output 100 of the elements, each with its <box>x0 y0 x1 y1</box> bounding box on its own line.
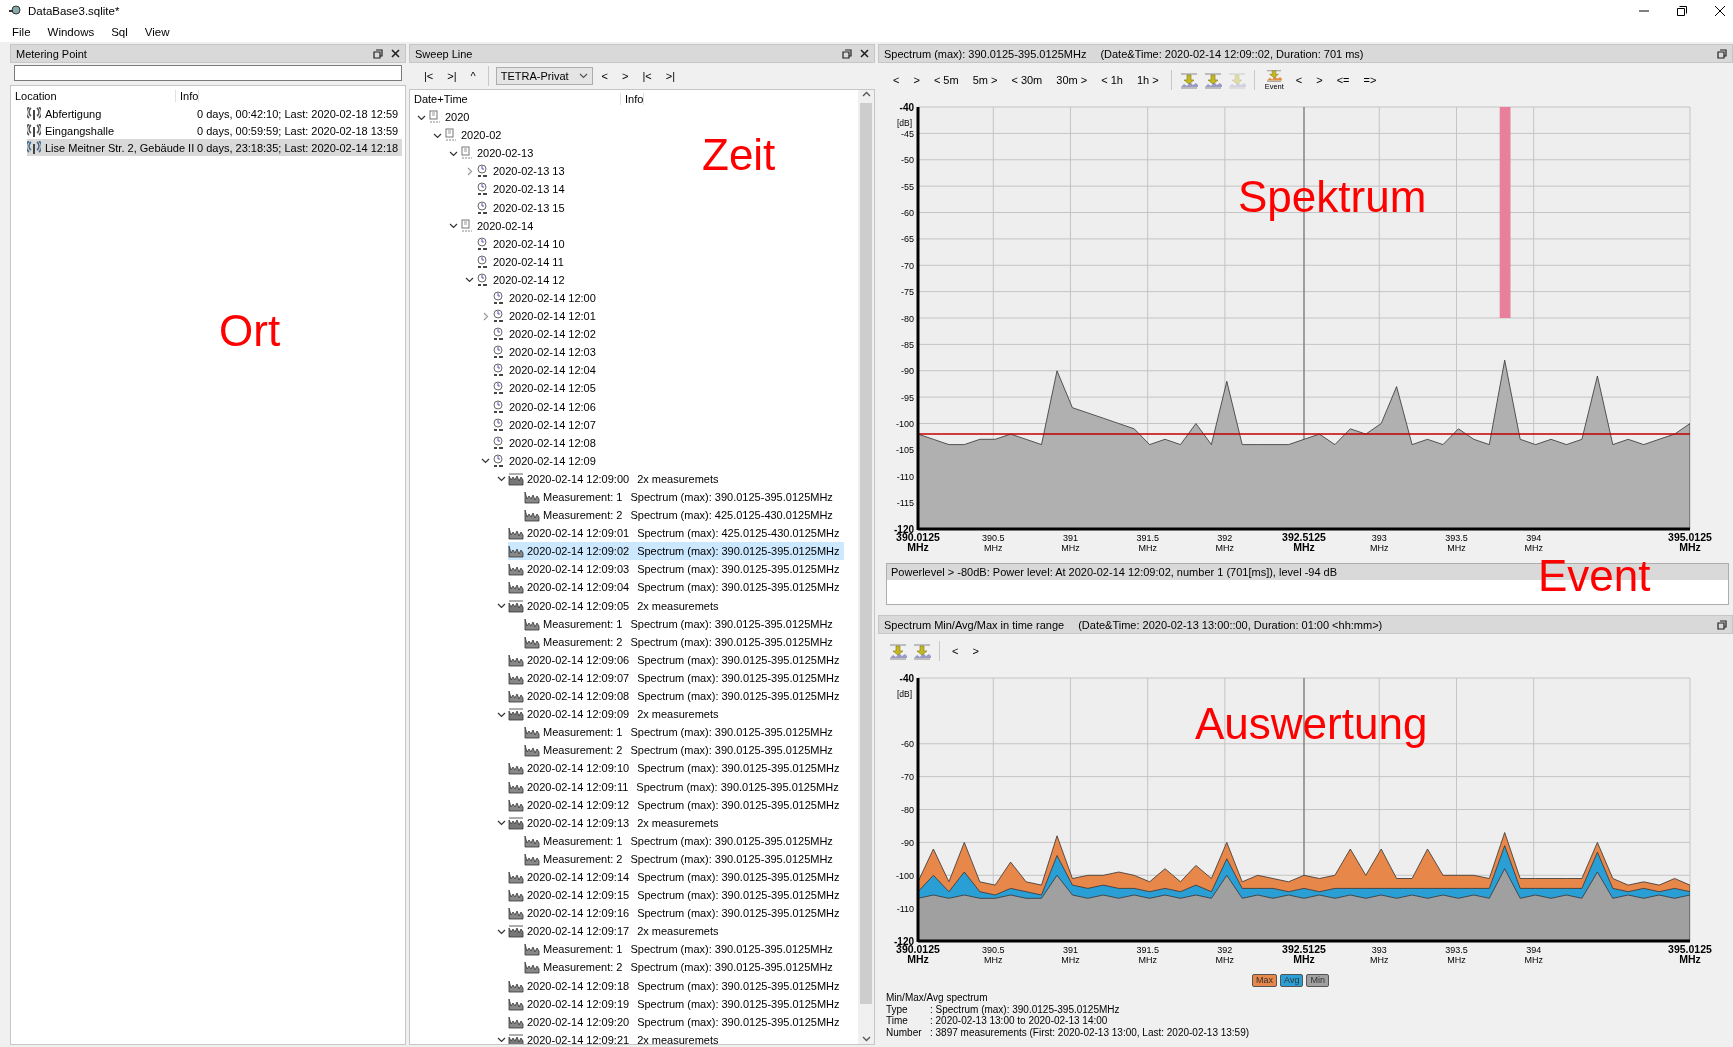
tree-item[interactable]: 2020-02-14 12:09 <box>492 451 600 470</box>
tree-item[interactable]: 2020-02-14 12:07 <box>492 415 600 434</box>
tree-item[interactable]: 2020-02-14 12:09:17 2x measuremets <box>508 922 723 941</box>
tree-item[interactable]: 2020-02-14 12:09:10 Spectrum (max): 390.0125-395.0125MHz <box>508 759 844 778</box>
tree-item[interactable]: 2020-02-14 12:09:07 Spectrum (max): 390.0125-395.0125MHz <box>508 668 844 687</box>
tree-item[interactable]: Measurement: 2 Spectrum (max): 390.0125-395.0125MHz <box>524 741 837 760</box>
toolbar-button[interactable]: ^ <box>465 68 481 84</box>
toolbar-button[interactable]: 30m > <box>1051 72 1093 88</box>
chevron-down-icon[interactable] <box>464 275 474 285</box>
scrollbar-thumb[interactable] <box>860 103 872 1004</box>
tree-item[interactable]: Measurement: 1 Spectrum (max): 390.0125-395.0125MHz <box>524 940 837 959</box>
tree-item[interactable]: 2020-02-14 12:09:13 2x measuremets <box>508 813 723 832</box>
tree-item[interactable]: 2020-02-14 12:04 <box>492 361 600 380</box>
tree-item[interactable]: 2020-02 <box>444 126 506 145</box>
scrollbar[interactable] <box>858 90 874 1044</box>
float-icon[interactable] <box>842 48 852 59</box>
column-header[interactable]: Info <box>621 93 645 105</box>
tree-item[interactable]: 2020-02-14 12:09:09 2x measuremets <box>508 705 723 724</box>
menu-item[interactable]: File <box>12 24 40 40</box>
toolbar-button[interactable]: < <box>596 68 613 84</box>
tree-item[interactable]: 2020-02-13 14 <box>476 180 569 199</box>
tree-item[interactable]: 2020-02-14 12:09:08 Spectrum (max): 390.0125-395.0125MHz <box>508 687 844 706</box>
tree-item[interactable]: 2020-02-14 12:09:04 Spectrum (max): 390.0125-395.0125MHz <box>508 578 844 597</box>
tree-item[interactable]: 2020-02-14 12:01 <box>492 307 600 326</box>
tree-item[interactable]: Measurement: 1 Spectrum (max): 390.0125-395.0125MHz <box>524 487 837 507</box>
column-header[interactable]: Date+Time <box>410 93 621 105</box>
tree-item[interactable]: 2020-02-14 12:09:15 Spectrum (max): 390.0125-395.0125MHz <box>508 886 844 905</box>
tree-item[interactable]: 2020-02-14 12:09:18 Spectrum (max): 390.0125-395.0125MHz <box>508 976 844 995</box>
tree-item[interactable]: 2020-02-14 12:09:00 2x measuremets <box>508 469 723 488</box>
tree-item[interactable]: 2020-02-14 12:09:11 Spectrum (max): 390.0125-395.0125MHz <box>508 777 843 796</box>
restore-icon[interactable] <box>1677 6 1687 16</box>
location-item[interactable]: Lise Meitner Str. 2, Gebäude II 0 days, 23:18:35; Last: 2020-02-14 12:18 <box>27 139 403 156</box>
chevron-down-icon[interactable] <box>496 818 506 828</box>
toolbar-button[interactable]: > <box>967 643 984 659</box>
search-field[interactable] <box>14 65 402 81</box>
tree-item[interactable]: 2020-02-13 <box>460 144 538 163</box>
toolbar-button[interactable]: <= <box>1331 72 1355 88</box>
column-header[interactable]: Location <box>11 89 176 102</box>
toolbar-button[interactable]: > <box>617 68 634 84</box>
tree-item[interactable]: 2020-02-14 12:03 <box>492 343 600 362</box>
tree-item[interactable]: 2020-02-14 12:09:01 Spectrum (max): 425.0125-430.0125MHz <box>508 524 844 543</box>
channel-dropdown[interactable]: TETRA-Privat <box>495 67 593 85</box>
float-icon[interactable] <box>373 48 383 59</box>
tree-item[interactable]: 2020-02-14 12:05 <box>492 379 600 398</box>
tree-item[interactable]: 2020-02-13 15 <box>476 198 569 217</box>
tree-item[interactable]: 2020-02-14 12 <box>476 270 569 289</box>
tree-item[interactable]: 2020-02-14 12:09:14 Spectrum (max): 390.0125-395.0125MHz <box>508 867 844 887</box>
tree-item[interactable]: 2020-02-14 12:09:12 Spectrum (max): 390.0125-395.0125MHz <box>508 795 844 814</box>
toolbar-button[interactable]: 1h > <box>1131 72 1164 88</box>
toolbar-button[interactable]: |< <box>419 68 439 84</box>
chevron-down-icon[interactable] <box>480 456 490 466</box>
location-item[interactable]: Eingangshalle 0 days, 00:59:59; Last: 2020-02-18 13:59 <box>27 122 403 139</box>
tree-item[interactable]: 2020-02-13 13 <box>476 162 569 181</box>
tree-item[interactable]: 2020-02-14 12:06 <box>492 397 600 416</box>
tree-item[interactable]: Measurement: 2 Spectrum (max): 390.0125-395.0125MHz <box>524 632 837 651</box>
toolbar-button[interactable]: 5m > <box>967 72 1003 88</box>
chevron-down-icon[interactable] <box>496 474 506 484</box>
tree-item[interactable]: 2020-02-14 10 <box>476 234 569 253</box>
toolbar-button[interactable]: => <box>1358 72 1382 88</box>
tree-item[interactable]: 2020-02-14 12:09:16 Spectrum (max): 390.0125-395.0125MHz <box>508 904 844 923</box>
toolbar-button[interactable]: < <box>1290 72 1308 88</box>
toolbar-button[interactable]: > <box>908 72 925 88</box>
menu-item[interactable]: Sql <box>111 24 137 40</box>
chevron-down-icon[interactable] <box>496 601 506 611</box>
location-item[interactable]: Abfertigung 0 days, 00:42:10; Last: 2020-02-18 12:59 <box>27 105 403 122</box>
menu-item[interactable]: View <box>144 24 179 40</box>
toolbar-button[interactable]: < <box>947 643 964 659</box>
tree-item[interactable]: 2020-02-14 12:09:06 Spectrum (max): 390.0125-395.0125MHz <box>508 650 844 669</box>
tree-item[interactable]: Measurement: 2 Spectrum (max): 425.0125-430.0125MHz <box>524 506 837 525</box>
float-icon[interactable] <box>1717 619 1727 630</box>
tree-item[interactable]: 2020-02-14 12:00 <box>492 288 600 308</box>
toolbar-button[interactable]: < 5m <box>928 72 964 88</box>
tree-item[interactable]: Measurement: 1 Spectrum (max): 390.0125-395.0125MHz <box>524 723 837 742</box>
tree-item[interactable]: 2020-02-14 11 <box>476 252 568 271</box>
tree-item[interactable]: 2020-02-14 <box>460 216 538 235</box>
menu-item[interactable]: Windows <box>47 24 104 40</box>
toolbar-button[interactable]: < 30m <box>1006 72 1048 88</box>
chevron-down-icon[interactable] <box>496 1035 506 1044</box>
tree-item[interactable]: 2020 <box>428 108 474 127</box>
toolbar-button[interactable]: >| <box>660 68 680 84</box>
tree-item[interactable]: Measurement: 2 Spectrum (max): 390.0125-395.0125MHz <box>524 958 837 977</box>
close-icon[interactable] <box>391 49 400 58</box>
tree-item[interactable]: Measurement: 1 Spectrum (max): 390.0125-395.0125MHz <box>524 614 837 633</box>
tree-item[interactable]: Measurement: 2 Spectrum (max): 390.0125-395.0125MHz <box>524 849 837 868</box>
close-icon[interactable] <box>860 49 869 58</box>
toolbar-button[interactable]: >| <box>442 68 462 84</box>
tree-item[interactable]: 2020-02-14 12:09:03 Spectrum (max): 390.0125-395.0125MHz <box>508 560 844 579</box>
column-header[interactable]: Info <box>176 89 200 102</box>
tree-item[interactable]: 2020-02-14 12:09:02 Spectrum (max): 390.0125-395.0125MHz <box>508 542 844 561</box>
tree-item[interactable]: 2020-02-14 12:08 <box>492 433 600 452</box>
toolbar-button[interactable]: > <box>1311 72 1328 88</box>
tree-item[interactable]: Measurement: 1 Spectrum (max): 390.0125-395.0125MHz <box>524 831 837 850</box>
tree-item[interactable]: 2020-02-14 12:09:19 Spectrum (max): 390.0125-395.0125MHz <box>508 994 844 1013</box>
toolbar-button[interactable]: < <box>888 72 905 88</box>
tree-item[interactable]: 2020-02-14 12:09:05 2x measuremets <box>508 596 723 615</box>
tree-item[interactable]: 2020-02-14 12:09:21 2x measuremets <box>508 1030 723 1044</box>
close-icon[interactable] <box>1715 6 1725 16</box>
float-icon[interactable] <box>1717 48 1727 59</box>
toolbar-button[interactable]: |< <box>637 68 657 84</box>
toolbar-button[interactable]: < 1h <box>1096 72 1128 88</box>
